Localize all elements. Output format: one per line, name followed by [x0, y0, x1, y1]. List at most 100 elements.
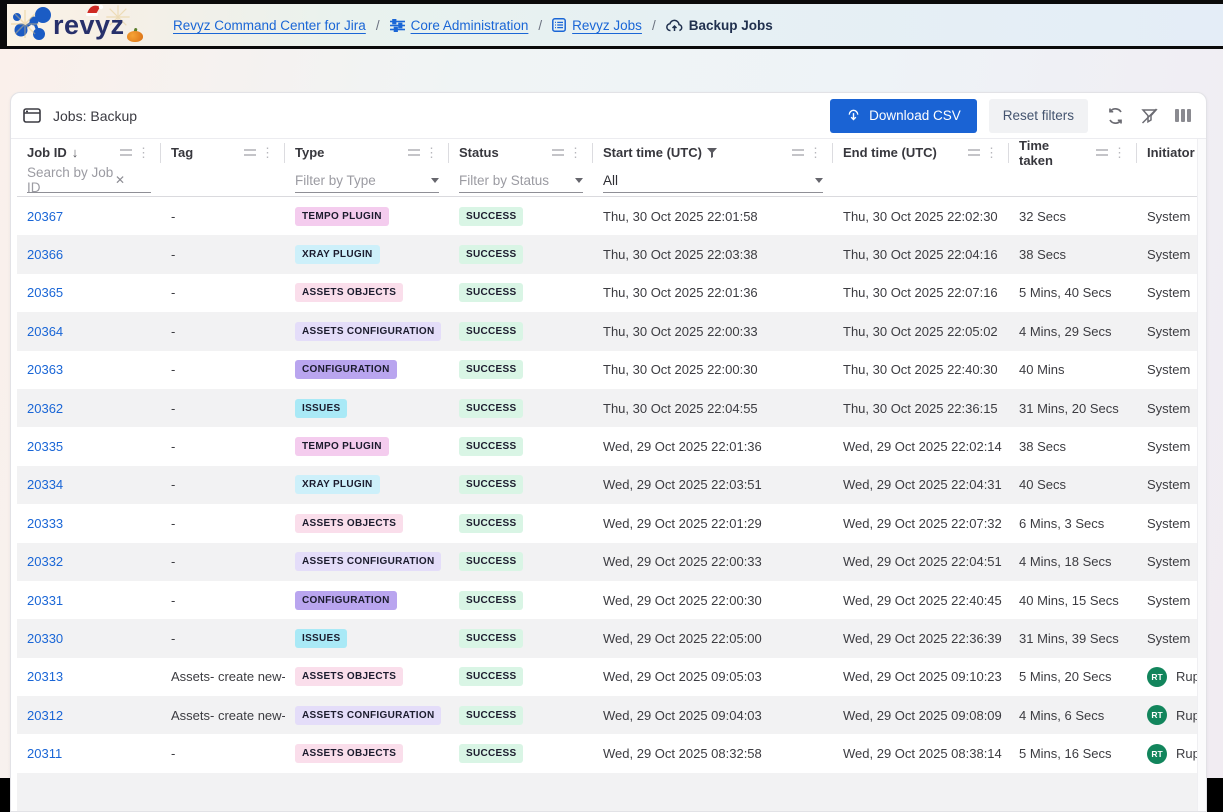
job-id-link[interactable]: 20332: [27, 554, 63, 569]
table-row: 20364 - ASSETS CONFIGURATION SUCCESS Thu…: [17, 312, 1207, 350]
job-id-link[interactable]: 20311: [27, 746, 62, 761]
column-filter-icon[interactable]: [792, 149, 804, 156]
end-time-cell: Wed, 29 Oct 2025 22:36:39: [833, 631, 1009, 646]
breadcrumb-separator: /: [374, 18, 382, 33]
column-header-tag[interactable]: Tag ⋮: [161, 143, 285, 163]
job-id-link[interactable]: 20366: [27, 247, 63, 262]
table-header-row: Job ID ↓ ⋮ Tag ⋮ Type ⋮ Status ⋮ Start: [17, 139, 1207, 166]
column-menu-icon[interactable]: ⋮: [569, 146, 582, 159]
app-header: revyz Revyz Command Center for Jira / Co…: [7, 4, 1223, 46]
reset-filters-button[interactable]: Reset filters: [989, 99, 1088, 133]
job-id-link[interactable]: 20313: [27, 669, 63, 684]
column-header-start-time[interactable]: Start time (UTC) ⋮: [593, 143, 833, 163]
job-id-link[interactable]: 20363: [27, 362, 63, 377]
status-badge: SUCCESS: [459, 514, 523, 533]
job-id-link[interactable]: 20312: [27, 708, 63, 723]
clear-search-icon[interactable]: ✕: [115, 173, 151, 187]
end-time-cell: Thu, 30 Oct 2025 22:40:30: [833, 362, 1009, 377]
column-filter-icon[interactable]: [1096, 149, 1108, 156]
type-badge: ISSUES: [295, 629, 347, 648]
time-taken-cell: 40 Mins, 15 Secs: [1009, 593, 1137, 608]
status-badge: SUCCESS: [459, 744, 523, 763]
type-filter-placeholder: Filter by Type: [295, 173, 376, 188]
type-badge: XRAY PLUGIN: [295, 245, 380, 264]
column-header-type[interactable]: Type ⋮: [285, 143, 449, 163]
start-time-cell: Thu, 30 Oct 2025 22:01:58: [593, 209, 833, 224]
tag-cell: -: [161, 439, 285, 454]
job-id-link[interactable]: 20365: [27, 285, 63, 300]
vertical-scrollbar[interactable]: [1197, 139, 1206, 811]
column-menu-icon[interactable]: ⋮: [261, 146, 274, 159]
tag-cell: -: [161, 593, 285, 608]
end-time-cell: Wed, 29 Oct 2025 09:10:23: [833, 669, 1009, 684]
start-time-filter-select[interactable]: All: [603, 168, 823, 193]
time-taken-cell: 5 Mins, 40 Secs: [1009, 285, 1137, 300]
type-badge: TEMPO PLUGIN: [295, 437, 389, 456]
job-id-link[interactable]: 20331: [27, 593, 63, 608]
column-header-end-time[interactable]: End time (UTC) ⋮: [833, 143, 1009, 163]
chevron-down-icon[interactable]: [431, 178, 439, 183]
type-badge: ASSETS CONFIGURATION: [295, 322, 441, 341]
job-id-link[interactable]: 20364: [27, 324, 63, 339]
status-filter-select[interactable]: Filter by Status: [459, 168, 583, 193]
chevron-down-icon[interactable]: [575, 178, 583, 183]
breadcrumb-link-core-administration[interactable]: Core Administration: [411, 18, 529, 33]
download-csv-button[interactable]: Download CSV: [830, 99, 977, 133]
status-badge: SUCCESS: [459, 245, 523, 264]
table-row: 20333 - ASSETS OBJECTS SUCCESS Wed, 29 O…: [17, 504, 1207, 542]
column-menu-icon[interactable]: ⋮: [1113, 146, 1126, 159]
tag-cell: -: [161, 516, 285, 531]
column-filter-icon[interactable]: [120, 149, 132, 156]
column-header-status[interactable]: Status ⋮: [449, 143, 593, 163]
initiator-name: System: [1147, 554, 1190, 569]
avatar: RT: [1147, 705, 1167, 725]
column-filter-icon[interactable]: [408, 149, 420, 156]
column-menu-icon[interactable]: ⋮: [985, 146, 998, 159]
sort-desc-icon[interactable]: ↓: [72, 145, 79, 160]
column-filter-icon[interactable]: [552, 149, 564, 156]
job-id-link[interactable]: 20367: [27, 209, 63, 224]
column-filter-icon[interactable]: [968, 149, 980, 156]
start-time-cell: Thu, 30 Oct 2025 22:00:33: [593, 324, 833, 339]
columns-icon[interactable]: [1174, 107, 1192, 124]
status-badge: SUCCESS: [459, 360, 523, 379]
column-menu-icon[interactable]: ⋮: [425, 146, 438, 159]
table-row: 20362 - ISSUES SUCCESS Thu, 30 Oct 2025 …: [17, 389, 1207, 427]
column-menu-icon[interactable]: ⋮: [137, 146, 150, 159]
job-id-link[interactable]: 20335: [27, 439, 63, 454]
job-id-link[interactable]: 20362: [27, 401, 63, 416]
page-title: Jobs: Backup: [53, 108, 137, 124]
column-label: Initiator: [1147, 145, 1195, 160]
breadcrumb-link-command-center[interactable]: Revyz Command Center for Jira: [173, 18, 366, 33]
status-badge: SUCCESS: [459, 706, 523, 725]
tag-cell: -: [161, 324, 285, 339]
initiator-name: System: [1147, 593, 1190, 608]
table-row: 20363 - CONFIGURATION SUCCESS Thu, 30 Oc…: [17, 351, 1207, 389]
job-id-search-input[interactable]: Search by Job ID ✕: [27, 168, 151, 193]
type-badge: XRAY PLUGIN: [295, 475, 380, 494]
breadcrumb-current-label: Backup Jobs: [689, 18, 773, 33]
refresh-icon[interactable]: [1106, 107, 1125, 125]
job-id-link[interactable]: 20334: [27, 477, 63, 492]
filter-off-icon[interactable]: [1140, 107, 1159, 125]
job-id-link[interactable]: 20333: [27, 516, 63, 531]
table-row: 20365 - ASSETS OBJECTS SUCCESS Thu, 30 O…: [17, 274, 1207, 312]
breadcrumb-separator: /: [650, 18, 658, 33]
table-body: 20367 - TEMPO PLUGIN SUCCESS Thu, 30 Oct…: [17, 197, 1207, 811]
column-filter-icon[interactable]: [244, 149, 256, 156]
chevron-down-icon[interactable]: [815, 178, 823, 183]
breadcrumb-link-revyz-jobs[interactable]: Revyz Jobs: [572, 18, 642, 33]
end-time-cell: Thu, 30 Oct 2025 22:07:16: [833, 285, 1009, 300]
initiator-name: System: [1147, 439, 1190, 454]
status-badge: SUCCESS: [459, 475, 523, 494]
start-time-cell: Wed, 29 Oct 2025 08:32:58: [593, 746, 833, 761]
end-time-cell: Wed, 29 Oct 2025 22:04:31: [833, 477, 1009, 492]
job-id-link[interactable]: 20330: [27, 631, 63, 646]
breadcrumb-current: Backup Jobs: [666, 18, 773, 33]
column-menu-icon[interactable]: ⋮: [809, 146, 822, 159]
column-header-job-id[interactable]: Job ID ↓ ⋮: [17, 143, 161, 163]
status-badge: SUCCESS: [459, 399, 523, 418]
type-filter-select[interactable]: Filter by Type: [295, 168, 439, 193]
backup-jobs-table: Job ID ↓ ⋮ Tag ⋮ Type ⋮ Status ⋮ Start: [17, 139, 1207, 811]
column-header-time-taken[interactable]: Time taken ⋮: [1009, 143, 1137, 163]
